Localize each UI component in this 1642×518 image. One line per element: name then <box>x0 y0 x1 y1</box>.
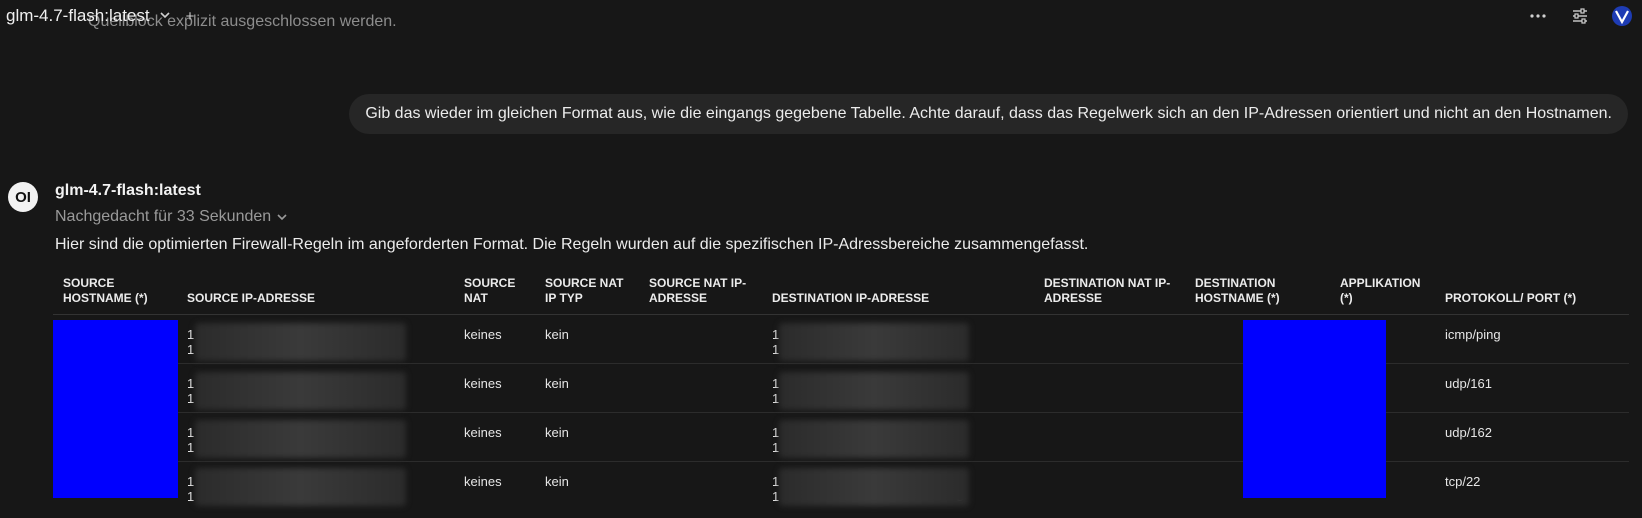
column-header: SOURCE HOSTNAME (*) <box>53 268 177 315</box>
column-header: SOURCE IP-ADRESSE <box>177 268 454 315</box>
cell-destination-nat-ip <box>1034 462 1185 511</box>
column-header: DESTINATION HOSTNAME (*) <box>1185 268 1330 315</box>
brand-logo-icon[interactable] <box>1610 4 1634 28</box>
more-icon[interactable] <box>1526 4 1550 28</box>
redacted-destination-ip <box>779 372 969 410</box>
redacted-destination-ip <box>779 420 969 458</box>
plus-icon[interactable]: + <box>186 8 195 25</box>
redacted-destination-ip <box>779 468 969 506</box>
user-message-bubble: Gib das wieder im gleichen Format aus, w… <box>349 94 1628 134</box>
cell-source-nat: keines <box>454 363 535 413</box>
column-header: DESTINATION IP-ADRESSE <box>762 268 1034 315</box>
redacted-source-ip <box>195 420 406 458</box>
chat-page: Quellblock explizit ausgeschlossen werde… <box>0 0 1642 518</box>
column-header: SOURCE NAT <box>454 268 535 315</box>
top-bar: Quellblock explizit ausgeschlossen werde… <box>0 0 1642 40</box>
cell-source-nat: keines <box>454 314 535 364</box>
assistant-intro-text: Hier sind die optimierten Firewall-Regel… <box>55 236 1089 253</box>
cell-source-nat-ip <box>639 314 762 364</box>
chevron-down-icon <box>277 210 287 224</box>
firewall-rules-table-wrapper: SOURCE HOSTNAME (*) SOURCE IP-ADRESSE SO… <box>53 268 1629 518</box>
model-selector[interactable]: glm-4.7-flash:latest + <box>6 6 194 26</box>
cell-source-nat-ip-typ: kein <box>535 363 639 413</box>
assistant-model-name: glm-4.7-flash:latest <box>55 182 201 199</box>
cell-source-nat-ip-typ: kein <box>545 474 569 489</box>
thinking-toggle[interactable]: Nachgedacht für 33 Sekunden <box>55 208 287 226</box>
column-header: SOURCE NAT IP-ADRESSE <box>639 268 762 315</box>
cell-destination-nat-ip <box>1034 412 1185 462</box>
cell-destination-nat-ip <box>1034 363 1185 413</box>
cell-source-nat-ip <box>639 363 762 413</box>
model-selector-label: glm-4.7-flash:latest <box>6 6 150 25</box>
column-header: DESTINATION NAT IP-ADRESSE <box>1034 268 1185 315</box>
cell-protokoll: udp/161 <box>1435 363 1629 413</box>
cell-source-nat-ip <box>639 462 762 511</box>
redacted-source-ip <box>195 468 406 506</box>
cell-source-nat-ip-typ: kein <box>535 412 639 462</box>
cell-protokoll: udp/162 <box>1435 412 1629 462</box>
cell-protokoll: icmp/ping <box>1435 314 1629 364</box>
cell-protokoll: tcp/22 <box>1445 474 1481 489</box>
redacted-source-hostnames <box>53 320 178 498</box>
cell-source-nat-ip <box>639 412 762 462</box>
controls-icon[interactable] <box>1568 4 1592 28</box>
column-header: APPLIKATION (*) <box>1330 268 1435 315</box>
cell-source-nat: keines <box>464 474 502 489</box>
cell-source-nat-ip-typ: kein <box>535 314 639 364</box>
chevron-down-icon <box>160 10 170 22</box>
top-right-toolbar <box>1526 4 1634 28</box>
column-header: SOURCE NAT IP TYP <box>535 268 639 315</box>
thinking-label: Nachgedacht für 33 Sekunden <box>55 208 272 225</box>
table-header-row: SOURCE HOSTNAME (*) SOURCE IP-ADRESSE SO… <box>53 268 1629 315</box>
column-header: PROTOKOLL/ PORT (*) <box>1435 268 1629 315</box>
redacted-source-ip <box>195 372 406 410</box>
assistant-avatar: OI <box>8 182 38 212</box>
cell-destination-nat-ip <box>1034 314 1185 364</box>
redacted-destination-hostnames <box>1243 320 1386 498</box>
redacted-source-ip <box>195 323 406 361</box>
redacted-destination-ip <box>779 323 969 361</box>
cell-source-nat: keines <box>454 412 535 462</box>
